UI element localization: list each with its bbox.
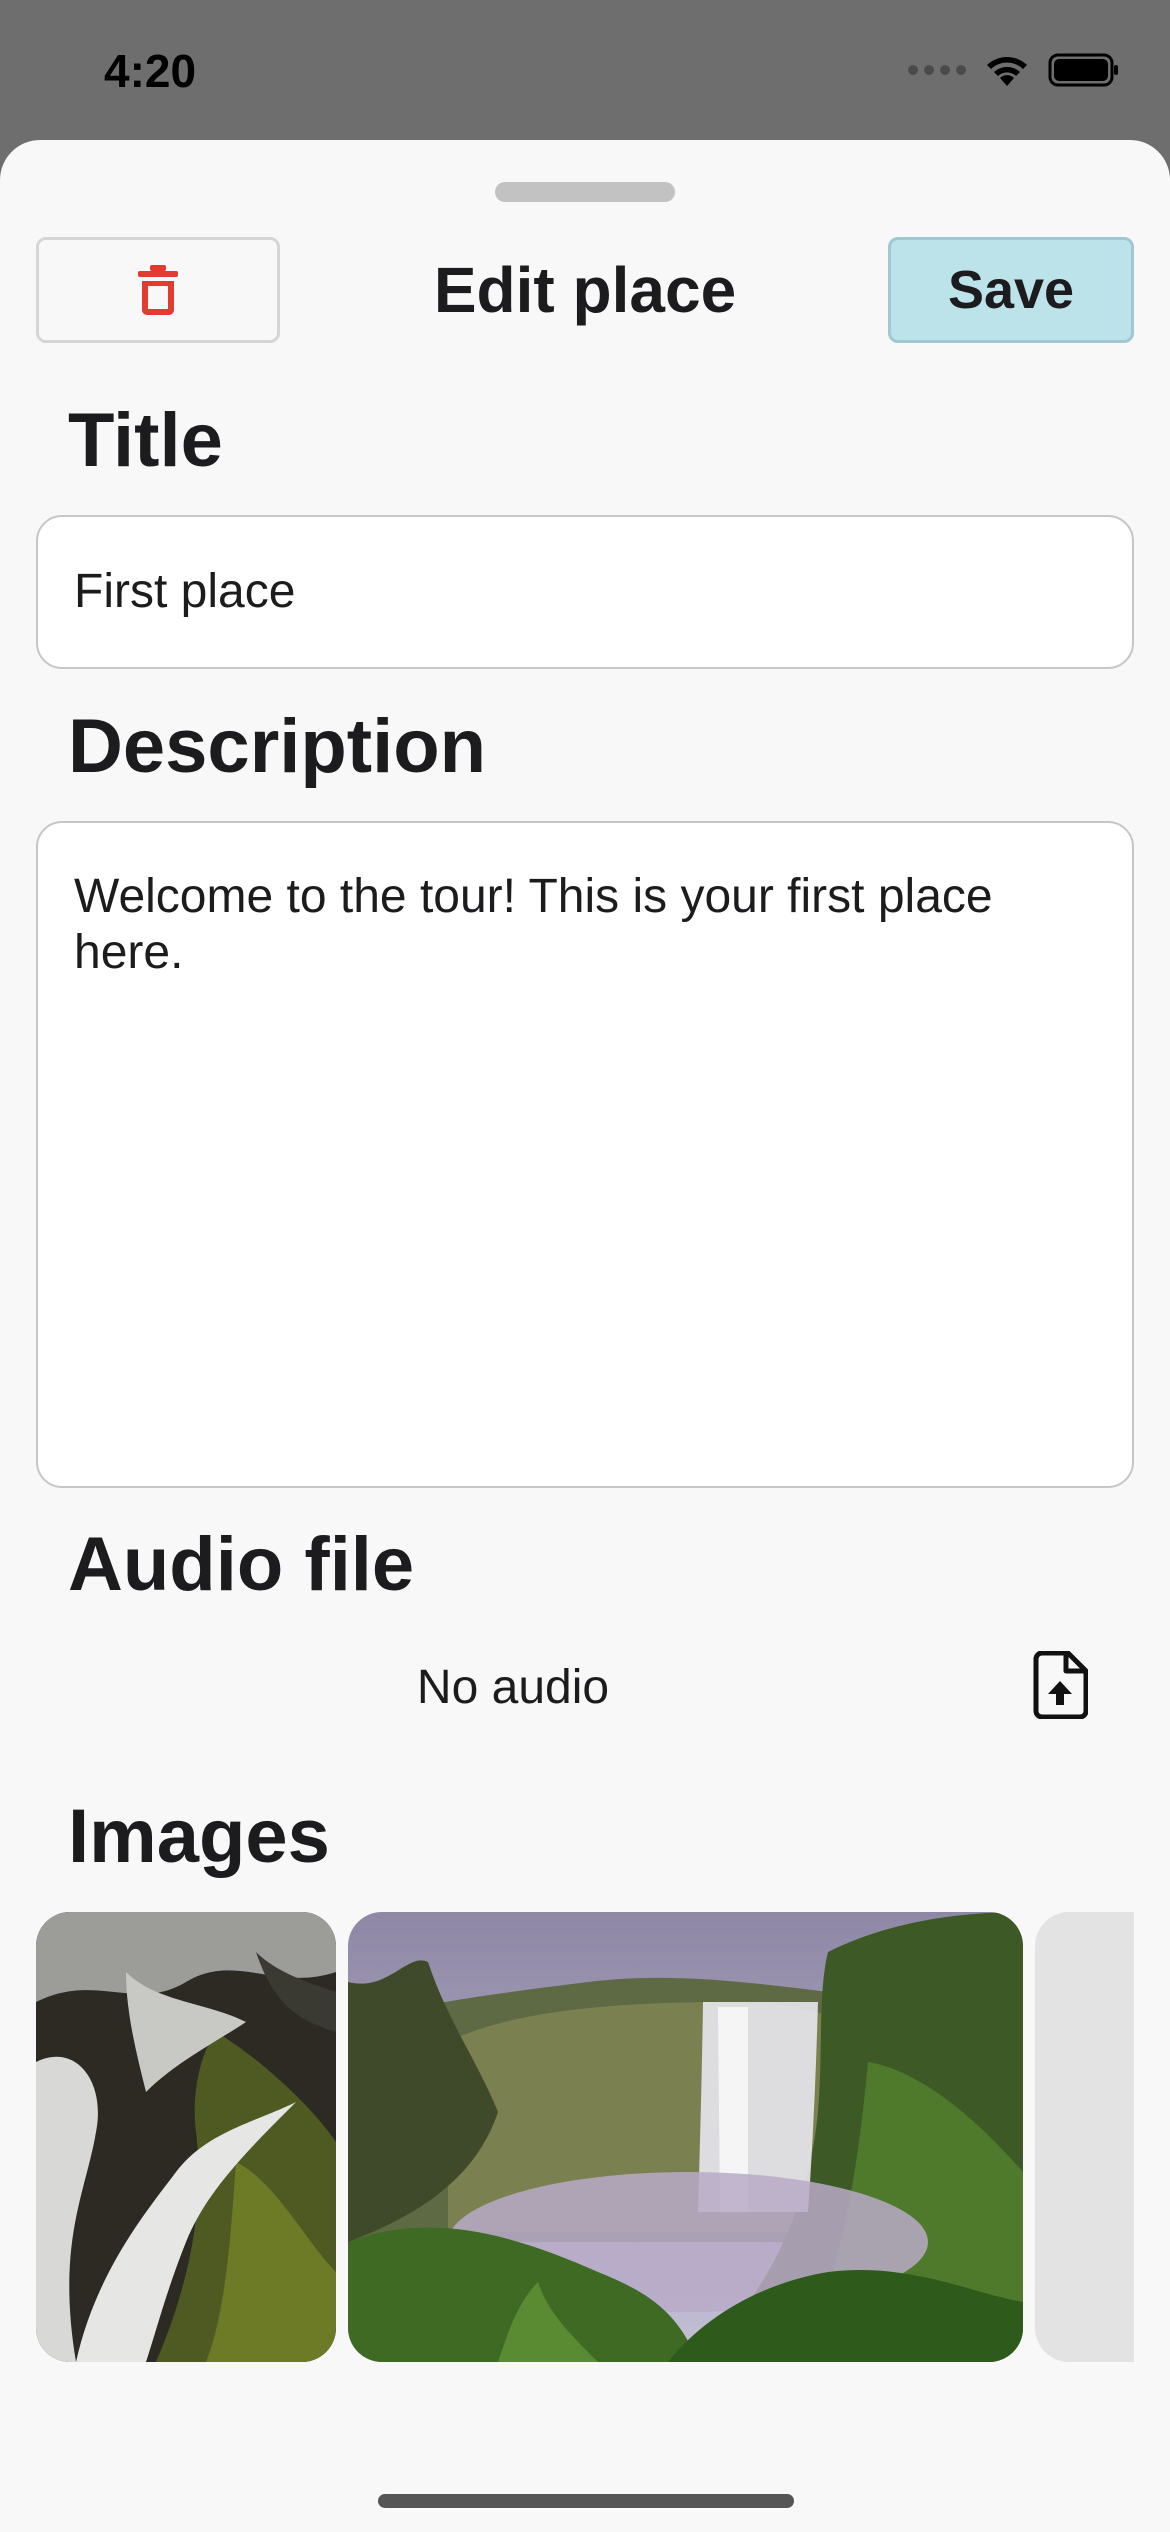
title-label: Title xyxy=(68,398,223,483)
audio-status: No audio xyxy=(416,1661,610,1714)
upload-audio-button[interactable] xyxy=(1020,1640,1100,1730)
image-thumbnail[interactable] xyxy=(36,1912,336,2362)
description-field[interactable]: Welcome to the tour! This is your first … xyxy=(36,821,1134,1488)
title-field[interactable]: First place xyxy=(36,515,1134,669)
audio-file-label: Audio file xyxy=(68,1522,415,1607)
wifi-icon xyxy=(987,57,1027,86)
file-upload-icon xyxy=(1033,1651,1088,1719)
waterfall-rocks-image xyxy=(36,1912,336,2362)
status-bar: 4:20 xyxy=(0,0,1170,140)
battery-icon xyxy=(1048,53,1118,87)
waterfall-valley-image xyxy=(348,1912,1023,2362)
image-gallery[interactable] xyxy=(36,1912,1134,2362)
image-thumbnail[interactable] xyxy=(348,1912,1023,2362)
status-indicators xyxy=(908,52,1120,88)
images-label: Images xyxy=(68,1794,330,1879)
title-field-value: First place xyxy=(74,565,296,618)
status-time: 4:20 xyxy=(104,45,197,97)
description-field-value: Welcome to the tour! This is your first … xyxy=(74,870,993,979)
signal-icon xyxy=(908,65,966,75)
sheet-grabber[interactable] xyxy=(495,182,675,202)
image-thumbnail[interactable] xyxy=(1035,1912,1134,2362)
home-indicator xyxy=(378,2494,794,2508)
description-label: Description xyxy=(68,704,487,789)
save-button[interactable]: Save xyxy=(888,237,1134,343)
edit-place-sheet: Edit place Save Title First place Descri… xyxy=(0,140,1170,2532)
